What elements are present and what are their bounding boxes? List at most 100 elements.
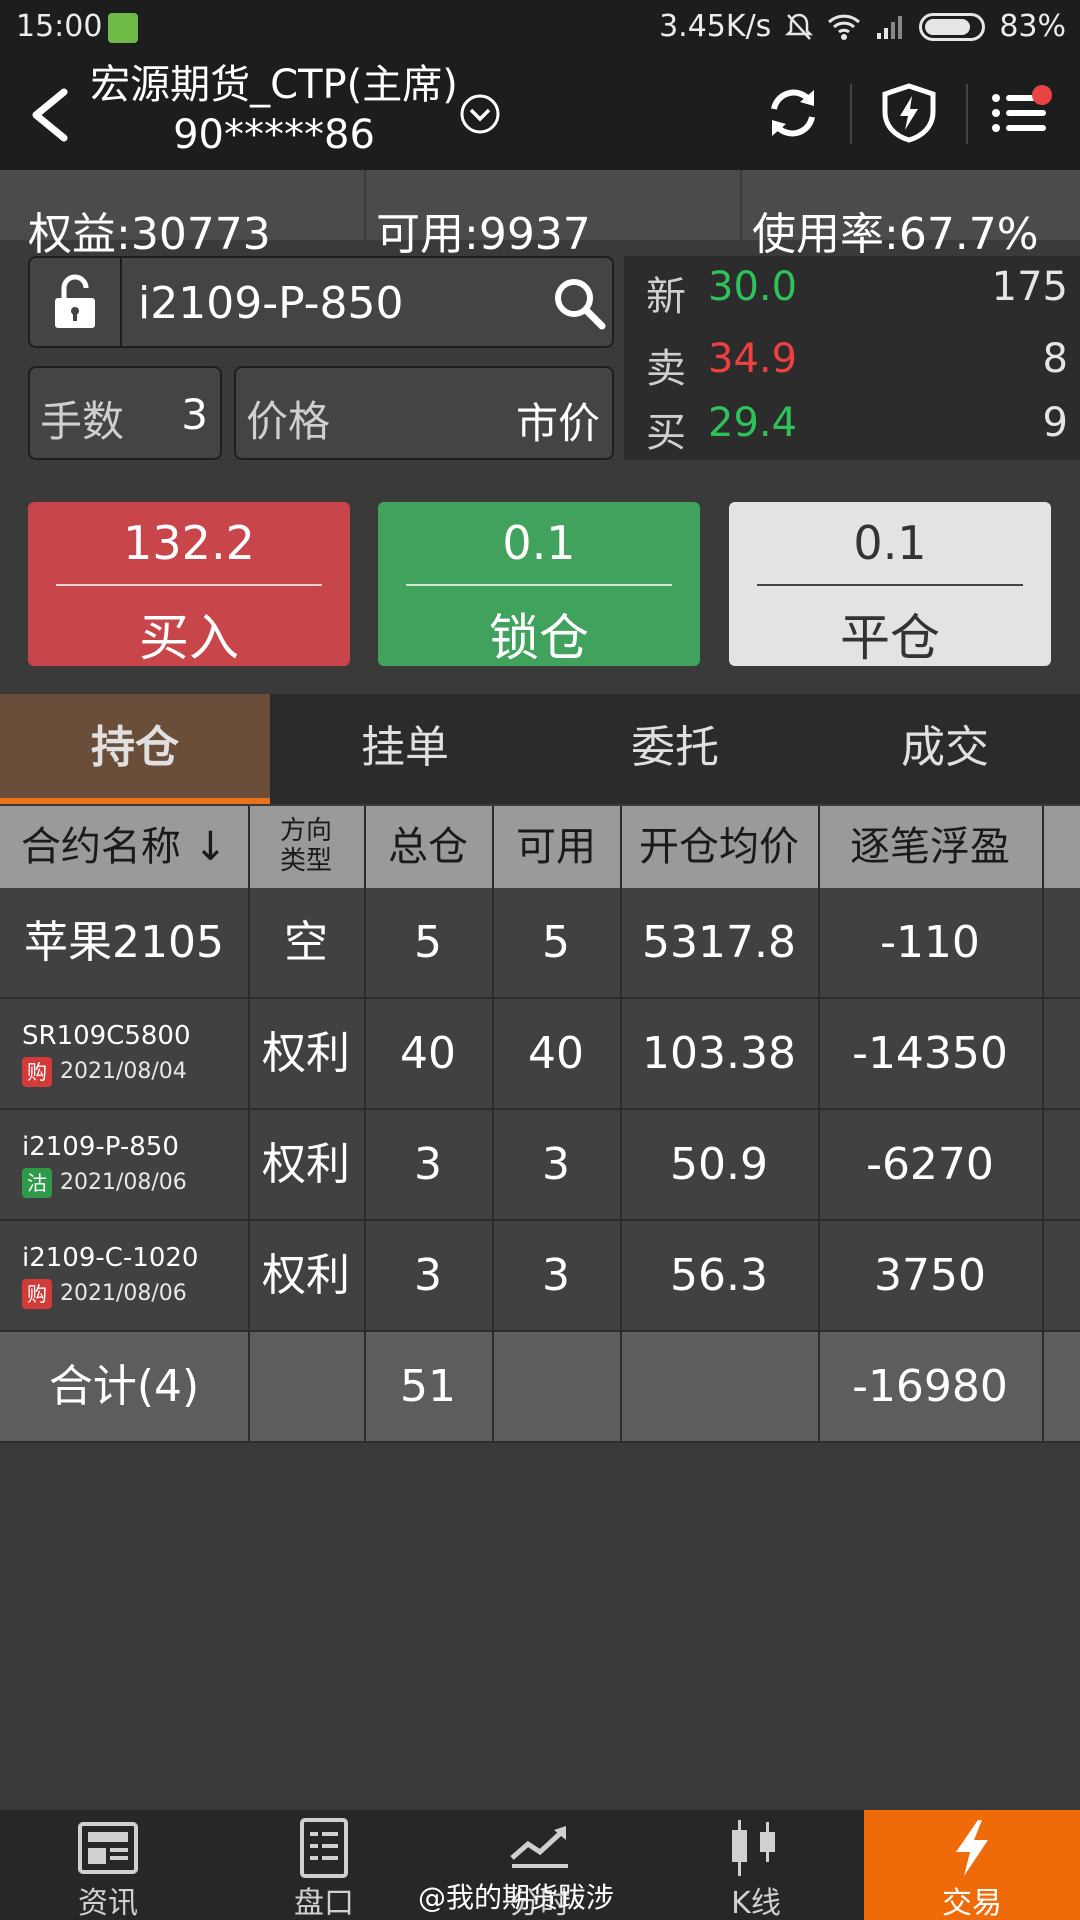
sort-arrow-icon: ↓ (193, 824, 228, 870)
chevron-down-icon[interactable] (458, 92, 502, 136)
notification-dot (1032, 85, 1052, 105)
nav-depth-label: 盘口 (294, 1886, 354, 1920)
shield-lightning-icon[interactable] (878, 82, 940, 144)
nav-trade[interactable]: 交易 (864, 1810, 1080, 1920)
top-header: 宏源期货_CTP(主席) 90*****86 (0, 56, 1080, 170)
row-contract: i2109-C-1020 购 2021/08/06 (22, 1243, 198, 1309)
price-field[interactable]: 价格 市价 (234, 366, 614, 460)
call-tag: 购 (22, 1057, 52, 1087)
table-row[interactable]: i2109-P-850 沽 2021/08/06 权利 3 3 50.9 -627… (0, 1110, 1080, 1221)
lots-field[interactable]: 手数 3 (28, 366, 222, 460)
nav-depth[interactable]: 盘口 (216, 1810, 432, 1920)
last-volume: 175 (991, 264, 1068, 310)
row-pnl: -14350 (852, 1028, 1008, 1079)
row-avg-price: 56.3 (670, 1250, 768, 1301)
row-direction: 权利 (262, 1028, 350, 1079)
account-title[interactable]: 宏源期货_CTP(主席) 90*****86 (84, 60, 464, 160)
battery-percent: 83% (999, 9, 1066, 44)
total-label: 合计(4) (48, 1361, 200, 1412)
nav-kline-label: K线 (731, 1886, 781, 1920)
quote-panel: 新 30.0 175 卖 34.9 8 买 29.4 9 (624, 256, 1080, 460)
broker-name: 宏源期货_CTP(主席) (90, 62, 458, 108)
back-arrow-icon[interactable] (24, 80, 84, 150)
bid-quote-row[interactable]: 买 29.4 9 (624, 400, 1080, 456)
row-contract-code: SR109C5800 (22, 1021, 191, 1051)
lots-value: 3 (181, 390, 208, 439)
buy-price: 132.2 (123, 516, 255, 570)
row-contract: SR109C5800 购 2021/08/04 (22, 1021, 191, 1087)
last-label: 新 (646, 274, 686, 320)
search-icon[interactable] (552, 276, 606, 330)
table-row[interactable]: 苹果2105 空 5 5 5317.8 -110 (0, 888, 1080, 999)
row-contract: i2109-P-850 沽 2021/08/06 (22, 1132, 187, 1198)
tab-orders[interactable]: 委托 (540, 694, 810, 804)
row-direction: 空 (284, 917, 328, 968)
buy-button[interactable]: 132.2 买入 (28, 502, 350, 667)
last-price: 30.0 (708, 264, 798, 310)
header-direction-line1: 方向 (279, 816, 332, 846)
row-contract-code: i2109-C-1020 (22, 1243, 199, 1273)
table-row[interactable]: SR109C5800 购 2021/08/04 权利 40 40 103.38 -… (0, 999, 1080, 1110)
nav-news-label: 资讯 (78, 1886, 138, 1920)
lots-label: 手数 (40, 397, 125, 446)
ask-label: 卖 (646, 346, 686, 392)
close-position-button[interactable]: 0.1 平仓 (729, 502, 1051, 667)
row-available: 5 (542, 917, 570, 968)
ask-volume: 8 (1042, 336, 1068, 382)
symbol-input[interactable]: i2109-P-850 (138, 278, 404, 329)
row-date: 2021/08/06 (60, 1281, 187, 1306)
row-avg-price: 103.38 (642, 1028, 796, 1079)
header-pnl: 逐笔浮盈 (850, 824, 1010, 870)
row-pnl: -6270 (866, 1139, 994, 1190)
nav-trade-label: 交易 (942, 1886, 1002, 1920)
nav-kline[interactable]: K线 (648, 1810, 864, 1920)
ask-price: 34.9 (708, 336, 798, 382)
row-available: 3 (542, 1139, 570, 1190)
put-tag: 沽 (22, 1168, 52, 1198)
row-total: 3 (414, 1250, 442, 1301)
nav-news[interactable]: 资讯 (0, 1810, 216, 1920)
row-contract: 苹果2105 (24, 917, 224, 968)
lock-price: 0.1 (502, 516, 576, 570)
row-avg-price: 5317.8 (642, 917, 796, 968)
trend-chart-icon (510, 1826, 568, 1868)
row-available: 3 (542, 1250, 570, 1301)
buy-label: 买入 (139, 609, 239, 667)
ask-quote-row[interactable]: 卖 34.9 8 (624, 336, 1080, 392)
header-direction-line2: 类型 (279, 846, 332, 876)
account-summary: 权益:30773 可用:9937 使用率:67.7% (0, 170, 1080, 260)
lock-position-button[interactable]: 0.1 锁仓 (378, 502, 700, 667)
unlock-icon (55, 274, 95, 328)
tab-bar: 持仓 挂单 委托 成交 (0, 694, 1080, 804)
status-bar: 15:00 3.45K/s 83% (0, 0, 1080, 56)
price-value: 市价 (515, 399, 600, 448)
row-date: 2021/08/04 (60, 1059, 187, 1084)
signal-icon (877, 15, 903, 39)
header-contract-name[interactable]: 合约名称 ↓ (0, 806, 248, 888)
lightning-icon (956, 1820, 988, 1876)
last-quote-row: 新 30.0 175 (624, 264, 1080, 320)
row-available: 40 (528, 1028, 584, 1079)
lock-label: 锁仓 (489, 609, 589, 667)
row-total: 40 (400, 1028, 456, 1079)
watermark-text: @我的期货跋涉 (418, 1881, 615, 1914)
header-avg-price: 开仓均价 (639, 824, 799, 870)
price-label: 价格 (246, 397, 331, 446)
table-row[interactable]: i2109-C-1020 购 2021/08/06 权利 3 3 56.3 375… (0, 1221, 1080, 1332)
table-header: 合约名称 ↓ 方向 类型 总仓 可用 开仓均价 逐笔浮盈 (0, 806, 1080, 888)
wifi-icon (828, 14, 861, 40)
row-date: 2021/08/06 (60, 1170, 187, 1195)
bid-volume: 9 (1042, 400, 1068, 446)
row-pnl: 3750 (874, 1250, 986, 1301)
total-count: 51 (400, 1361, 456, 1412)
bid-price: 29.4 (708, 400, 798, 446)
tab-positions[interactable]: 持仓 (0, 694, 270, 804)
refresh-icon[interactable] (762, 82, 824, 144)
tab-pending[interactable]: 挂单 (270, 694, 540, 804)
tab-trades[interactable]: 成交 (810, 694, 1080, 804)
candlestick-icon (732, 1820, 775, 1876)
row-contract-code: i2109-P-850 (22, 1132, 179, 1162)
lock-toggle[interactable] (30, 258, 122, 346)
header-contract-label: 合约名称 (20, 824, 181, 870)
total-pnl: -16980 (852, 1361, 1008, 1412)
